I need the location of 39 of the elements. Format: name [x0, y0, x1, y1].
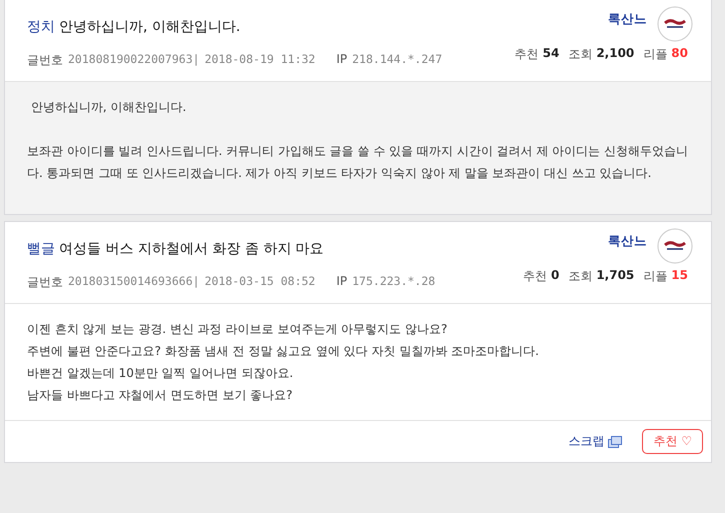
post-number: 201808190022007963|: [68, 52, 200, 68]
post-date: 2018-08-19 11:32: [204, 52, 316, 68]
ip-label: IP: [336, 52, 348, 68]
author-name[interactable]: 록산느: [608, 10, 647, 28]
body-text: 안녕하십니까, 이해찬입니다.: [30, 99, 188, 116]
stat-value: 15: [671, 268, 688, 284]
stat-value: 54: [542, 46, 560, 62]
windows-icon[interactable]: [608, 436, 622, 448]
body-text: 보좌관 아이디를 빌려 인사드립니다. 커뮤니티 가입해도 글을 쓸 수 있을 때까지 시간이 걸려서 제 아이디는 신청해두었습니다. 통과되면 그때 또 인사드리겠습니다. 제가 아직 키보드 타자가 익숙지 않아 제 말을 보좌관이 대신 쓰고 있습니다.: [27, 143, 689, 182]
author-name[interactable]: 록산느: [608, 232, 647, 250]
avatar-icon[interactable]: [657, 6, 693, 42]
ip-label: IP: [336, 274, 348, 290]
stat-value: 0: [550, 268, 560, 284]
post-number-label: 글번호: [27, 274, 63, 291]
recommend-button[interactable]: 추천 ♡: [642, 429, 703, 454]
post-category[interactable]: 뻘글: [27, 241, 55, 257]
stat-label: 조회: [568, 268, 592, 285]
avatar-icon[interactable]: [657, 228, 693, 264]
post-title: 여성들 버스 지하철에서 화장 좀 하지 마요: [59, 241, 324, 257]
body-text: 이젠 흔치 않게 보는 광경. 변신 과정 라이브로 보여주는게 아무렇지도 않나요?: [27, 321, 448, 338]
stat-label: 추천: [522, 268, 547, 285]
stat-label: 조회: [568, 46, 592, 63]
stat-value: 80: [671, 46, 688, 62]
ip-address: 218.144.*.247: [352, 52, 442, 68]
body-text: 바쁜건 알겠는데 10분만 일찍 일어나면 되잖아요.: [27, 365, 294, 382]
stat-value: 2,100: [596, 46, 634, 62]
stat-label: 리플: [643, 46, 668, 63]
stat-label: 리플: [643, 268, 668, 285]
body-text: 남자들 바쁘다고 쟈철에서 면도하면 보기 좋나요?: [27, 387, 294, 404]
stat-value: 1,705: [596, 268, 634, 284]
body-text: 주변에 불편 안준다고요? 화장품 냄새 전 정말 싫고요 옆에 있다 자칫 밀칠까봐 조마조마합니다.: [27, 343, 540, 360]
ip-address: 175.223.*.28: [352, 274, 436, 290]
post-number-label: 글번호: [27, 52, 63, 69]
post-title: 안녕하십니까, 이해찬입니다.: [59, 19, 240, 35]
post-category[interactable]: 정치: [27, 19, 55, 35]
post-number: 201803150014693666|: [68, 274, 200, 290]
post-date: 2018-03-15 08:52: [204, 274, 316, 290]
stat-label: 추천: [514, 46, 539, 63]
scrap-link[interactable]: 스크랩: [568, 433, 604, 450]
